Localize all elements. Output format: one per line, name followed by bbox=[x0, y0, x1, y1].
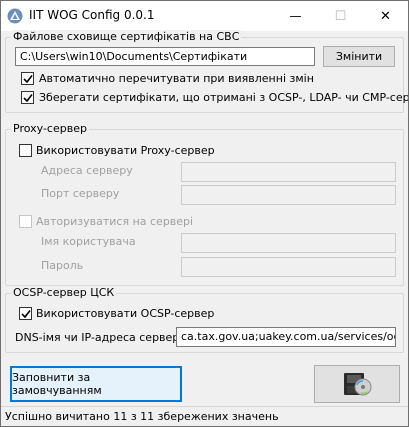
disk-save-icon bbox=[344, 373, 372, 396]
ocsp-group-label: OCSP-сервер ЦСК bbox=[11, 286, 117, 299]
save-button[interactable] bbox=[314, 365, 400, 403]
proxy-port-label: Порт серверу bbox=[41, 187, 120, 200]
proxy-address-input[interactable] bbox=[181, 162, 396, 182]
maximize-icon: ☐ bbox=[334, 8, 347, 24]
close-icon: ✕ bbox=[380, 8, 391, 24]
close-button[interactable]: ✕ bbox=[363, 1, 408, 31]
proxy-address-label: Адреса серверу bbox=[41, 164, 133, 177]
username-input[interactable] bbox=[181, 233, 396, 253]
title-bar: IIT WOG Config 0.0.1 — ☐ ✕ bbox=[1, 1, 408, 31]
fill-defaults-button[interactable]: Заповнити за замовчуванням bbox=[10, 366, 182, 402]
check-mark-icon bbox=[22, 74, 33, 83]
authorize-checkbox[interactable] bbox=[19, 215, 32, 228]
save-certs-checkbox[interactable] bbox=[21, 91, 34, 104]
dns-label: DNS-імя чи IP-адреса сервера: bbox=[15, 331, 190, 344]
proxy-group-label: Proxy-сервер bbox=[11, 122, 89, 135]
proxy-port-input[interactable] bbox=[181, 185, 396, 205]
use-proxy-checkbox[interactable] bbox=[19, 144, 32, 157]
use-ocsp-label: Використовувати OCSP-сервер bbox=[36, 307, 215, 320]
maximize-button[interactable]: ☐ bbox=[318, 1, 363, 31]
storage-path-input[interactable]: C:\Users\win10\Documents\Сертифікати bbox=[15, 47, 315, 66]
minimize-button[interactable]: — bbox=[273, 1, 318, 31]
storage-group-label: Файлове сховище сертифікатів на СВС bbox=[11, 30, 242, 43]
app-triangle-icon bbox=[7, 8, 23, 24]
check-mark-icon bbox=[20, 309, 31, 318]
password-label: Пароль bbox=[41, 259, 84, 272]
dns-input[interactable]: ca.tax.gov.ua;uakey.com.ua/services/ocsp… bbox=[176, 327, 396, 347]
status-text: Успішно вичитано 11 з 11 збережених знач… bbox=[5, 410, 279, 423]
config-window: IIT WOG Config 0.0.1 — ☐ ✕ Файлове схови… bbox=[0, 0, 409, 427]
use-proxy-label: Використовувати Proxy-сервер bbox=[36, 144, 215, 157]
save-certs-label: Зберегати сертифікати, що отримані з OCS… bbox=[39, 91, 409, 104]
auto-reread-checkbox[interactable] bbox=[21, 72, 34, 85]
status-bar: Успішно вичитано 11 з 11 збережених знач… bbox=[1, 406, 408, 426]
minimize-icon: — bbox=[289, 9, 302, 23]
window-title: IIT WOG Config 0.0.1 bbox=[29, 8, 155, 22]
auto-reread-label: Автоматично перечитувати при виявленні з… bbox=[39, 72, 314, 85]
use-ocsp-checkbox[interactable] bbox=[19, 307, 32, 320]
check-mark-icon bbox=[22, 93, 33, 102]
change-path-button[interactable]: Змінити bbox=[323, 46, 395, 67]
authorize-label: Авторизуватися на сервері bbox=[36, 215, 194, 228]
username-label: Імя користувача bbox=[41, 235, 136, 248]
password-input[interactable] bbox=[181, 257, 396, 277]
